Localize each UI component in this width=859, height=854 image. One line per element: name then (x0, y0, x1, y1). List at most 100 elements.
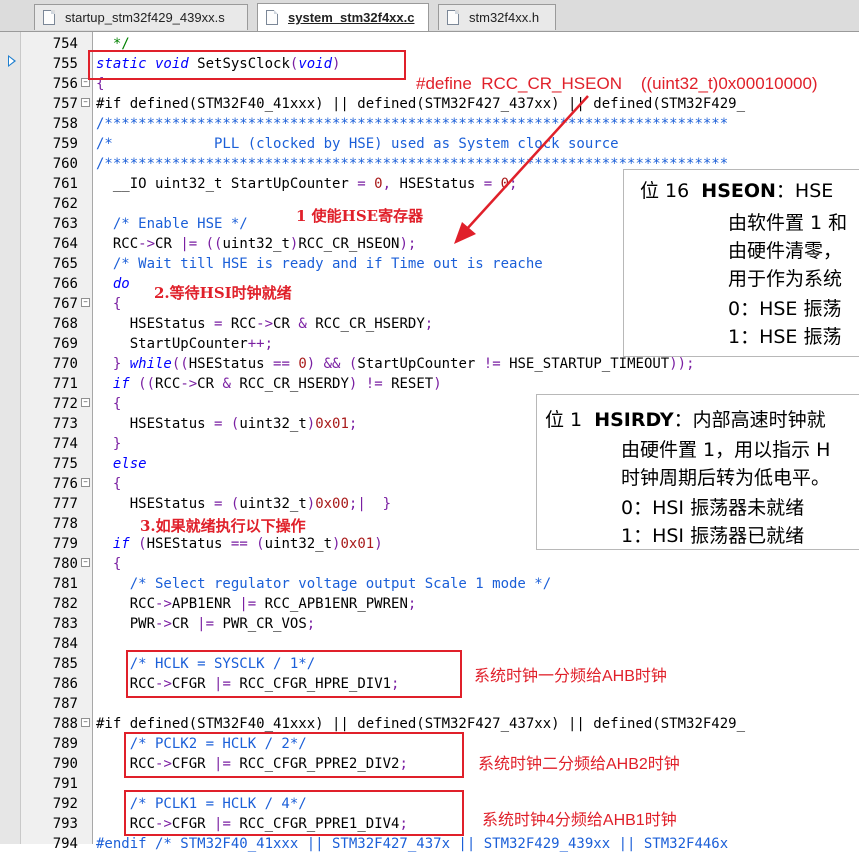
code-token: /***************************************… (96, 116, 729, 132)
code-token: HSEStatus (188, 356, 274, 372)
code-text[interactable]: { (96, 294, 121, 314)
code-token: RCC (96, 596, 156, 612)
code-token: RCC_CR_HSEON (298, 236, 400, 252)
code-token: uint32_t (239, 496, 307, 512)
line-number: 773 (52, 416, 78, 432)
code-token: StartUpCounter (96, 336, 248, 352)
code-token: CR (171, 616, 198, 632)
code-line[interactable]: 782 RCC->APB1ENR |= RCC_APB1ENR_PWREN; (0, 594, 859, 614)
highlight-box-function (88, 50, 406, 80)
step1-annotation: 1 使能HSE寄存器 (296, 207, 424, 225)
line-number: 786 (52, 676, 78, 692)
code-token: StartUpCounter (357, 356, 484, 372)
code-token: CR (155, 236, 181, 252)
code-token: #endif /* STM32F40_41xxx || STM32F427_43… (96, 836, 729, 852)
code-text[interactable]: /***************************************… (96, 114, 728, 134)
code-token: -> (256, 316, 274, 332)
highlight-box-hclk (126, 650, 462, 698)
code-text[interactable]: HSEStatus = (uint32_t)0x01; (96, 414, 358, 434)
code-text[interactable]: PWR->CR |= PWR_CR_VOS; (96, 614, 316, 634)
tab-system-file[interactable]: system_stm32f4xx.c (257, 3, 429, 31)
code-token: HSEStatus (96, 416, 215, 432)
code-text[interactable]: /* Enable HSE */ (96, 214, 248, 234)
code-text[interactable]: RCC->APB1ENR |= RCC_APB1ENR_PWREN; (96, 594, 417, 614)
code-token: { (96, 396, 122, 412)
code-line[interactable]: 780 { (0, 554, 859, 574)
line-number: 764 (52, 236, 78, 252)
popup-line: 1：HSI 振荡器已就绪 (621, 525, 805, 547)
code-token: = ( (214, 416, 240, 432)
code-line[interactable]: 794 #endif /* STM32F40_41xxx || STM32F427… (0, 834, 859, 854)
code-text[interactable]: { (96, 554, 121, 574)
code-token: while (129, 356, 172, 372)
code-text[interactable]: RCC->CR |= ((uint32_t)RCC_CR_HSEON); (96, 234, 417, 254)
line-number: 771 (52, 376, 78, 392)
code-token: -> (180, 376, 198, 392)
code-line[interactable]: 759/* PLL (clocked by HSE) used as Syste… (0, 134, 859, 154)
file-icon (447, 10, 459, 25)
code-text[interactable]: } (96, 434, 121, 454)
tab-header-file[interactable]: stm32f4xx.h (438, 4, 556, 30)
code-token: 0 (374, 176, 383, 192)
code-token: uint32_t (239, 416, 307, 432)
code-token: RCC (96, 236, 139, 252)
line-number: 788 (52, 716, 78, 732)
code-token: /* Wait till HSE is ready and if Time ou… (96, 256, 543, 272)
hsirdy-register-popup: 位 1 HSIRDY：内部高速时钟就 由硬件置 1，用以指示 H 时钟周期后转为… (536, 394, 859, 550)
code-line[interactable]: 758 /************************************… (0, 114, 859, 134)
code-line[interactable]: 788 #if defined(STM32F40_41xxx) || define… (0, 714, 859, 734)
code-token: RCC_CR_HSERDY (315, 316, 425, 332)
tab-startup-file[interactable]: startup_stm32f429_439xx.s (34, 4, 248, 30)
code-token: ; (407, 596, 417, 612)
code-line[interactable]: 757 #if defined(STM32F40_41xxx) || define… (0, 94, 859, 114)
popup-line: 由硬件置 1，用以指示 H (621, 439, 831, 461)
line-number: 754 (52, 36, 78, 52)
code-text[interactable]: { (96, 394, 121, 414)
line-number: 782 (52, 596, 78, 612)
code-token: HSEStatus (146, 536, 231, 552)
code-line[interactable]: 781 /* Select regulator voltage output S… (0, 574, 859, 594)
line-number: 776 (52, 476, 78, 492)
code-token: ); (399, 236, 417, 252)
code-text[interactable]: do (96, 274, 130, 294)
code-token: , (382, 176, 400, 192)
code-text[interactable]: HSEStatus = (uint32_t)0x00;| } (96, 494, 391, 514)
step3-annotation: 3.如果就绪执行以下操作 (140, 517, 306, 535)
popup-title: 位 16 HSEON：HSE (640, 180, 834, 202)
code-token: #if defined(STM32F40_41xxx) || defined(S… (96, 96, 746, 112)
step2-annotation: 2.等待HSI时钟就绪 (154, 284, 292, 302)
code-text[interactable]: #endif /* STM32F40_41xxx || STM32F427_43… (96, 834, 728, 854)
code-token: ) (374, 536, 383, 552)
code-text[interactable]: HSEStatus = RCC->CR & RCC_CR_HSERDY; (96, 314, 434, 334)
code-token: != (483, 356, 510, 372)
code-text[interactable]: /* Select regulator voltage output Scale… (96, 574, 551, 594)
line-number: 766 (52, 276, 78, 292)
code-text[interactable]: else (96, 454, 147, 474)
code-token: RCC_CR_HSERDY (239, 376, 349, 392)
code-text[interactable]: StartUpCounter++; (96, 334, 273, 354)
code-text[interactable]: #if defined(STM32F40_41xxx) || defined(S… (96, 714, 745, 734)
code-text[interactable]: if (HSEStatus == (uint32_t)0x01) (96, 534, 383, 554)
line-number: 758 (52, 116, 78, 132)
code-line[interactable]: 783 PWR->CR |= PWR_CR_VOS; (0, 614, 859, 634)
line-number: 780 (52, 556, 78, 572)
code-text[interactable]: } while((HSEStatus == 0) && (StartUpCoun… (96, 354, 695, 374)
code-line[interactable]: 770 } while((HSEStatus == 0) && (StartUp… (0, 354, 859, 374)
code-token: |= (239, 596, 265, 612)
code-text[interactable]: if ((RCC->CR & RCC_CR_HSERDY) != RESET) (96, 374, 442, 394)
code-text[interactable]: { (96, 474, 121, 494)
code-token: } (96, 436, 122, 452)
line-number: 787 (52, 696, 78, 712)
line-number: 757 (52, 96, 78, 112)
code-text[interactable]: #if defined(STM32F40_41xxx) || defined(S… (96, 94, 745, 114)
code-token: RCC_APB1ENR_PWREN (264, 596, 408, 612)
code-token: |= (( (180, 236, 223, 252)
code-line[interactable]: 771 if ((RCC->CR & RCC_CR_HSERDY) != RES… (0, 374, 859, 394)
code-token: -> (155, 616, 172, 632)
code-token: ) (306, 416, 316, 432)
code-token: if (96, 376, 139, 392)
popup-line: 0：HSE 振荡 (728, 298, 842, 320)
code-text[interactable]: /* Wait till HSE is ready and if Time ou… (96, 254, 543, 274)
code-token: /* Enable HSE */ (96, 216, 248, 232)
code-token: == (273, 356, 299, 372)
